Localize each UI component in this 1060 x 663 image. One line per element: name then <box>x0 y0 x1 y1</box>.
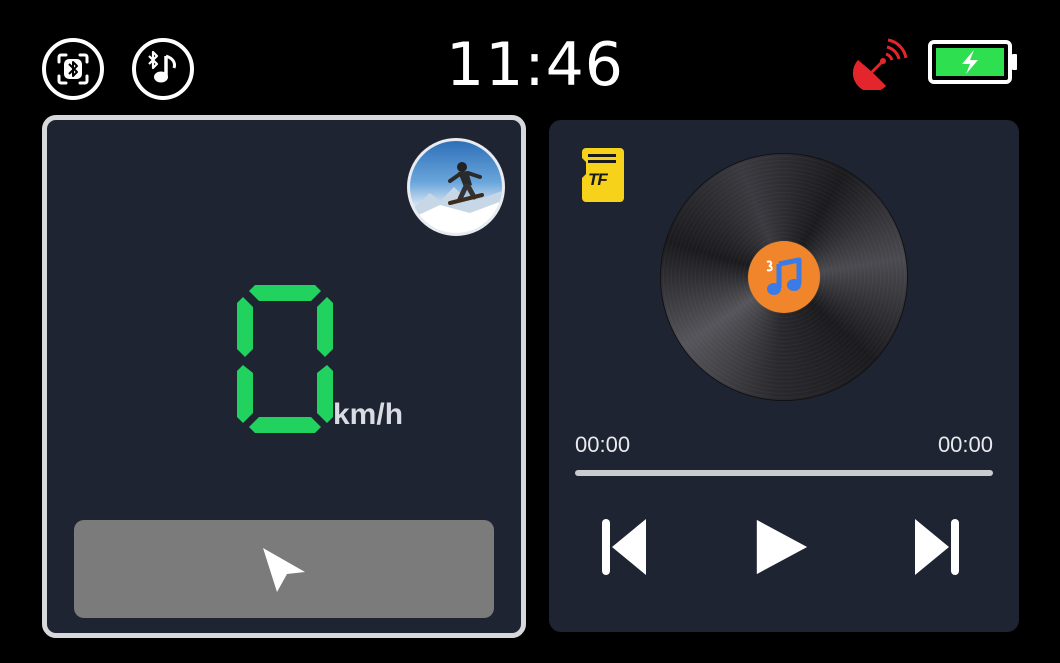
speed-digit <box>237 285 333 433</box>
music-note-icon <box>766 257 802 295</box>
elapsed-time: 00:00 <box>575 432 631 457</box>
bluetooth-music-icon <box>148 50 176 83</box>
navigation-arrow-icon <box>263 548 305 592</box>
speed-panel: 0 km/h <box>42 115 526 638</box>
previous-button[interactable] <box>595 512 655 582</box>
satellite-signal-icon <box>852 38 908 90</box>
navigation-button[interactable] <box>74 520 494 618</box>
next-button[interactable] <box>906 512 966 582</box>
speed-unit: km/h <box>333 398 404 431</box>
bluetooth-music-button[interactable] <box>132 38 194 100</box>
battery-charging-icon <box>928 40 1017 84</box>
vinyl-disc <box>661 154 907 400</box>
progress-bar[interactable] <box>575 470 993 476</box>
next-icon <box>915 519 959 575</box>
previous-icon <box>602 519 646 575</box>
play-button[interactable] <box>751 512 811 582</box>
bluetooth-screen-button[interactable] <box>42 38 104 100</box>
vinyl-label <box>748 241 820 313</box>
total-time: 00:00 <box>937 432 993 457</box>
play-icon <box>756 519 808 575</box>
tf-label: TF <box>588 170 608 189</box>
bluetooth-screen-icon <box>57 53 89 85</box>
clock: 11:46 <box>446 30 624 100</box>
tf-card-source[interactable]: TF <box>582 148 625 202</box>
profile-avatar[interactable] <box>407 138 505 236</box>
snowboarder-icon <box>410 162 502 233</box>
music-panel: TF 00:00 00:00 <box>549 120 1019 632</box>
